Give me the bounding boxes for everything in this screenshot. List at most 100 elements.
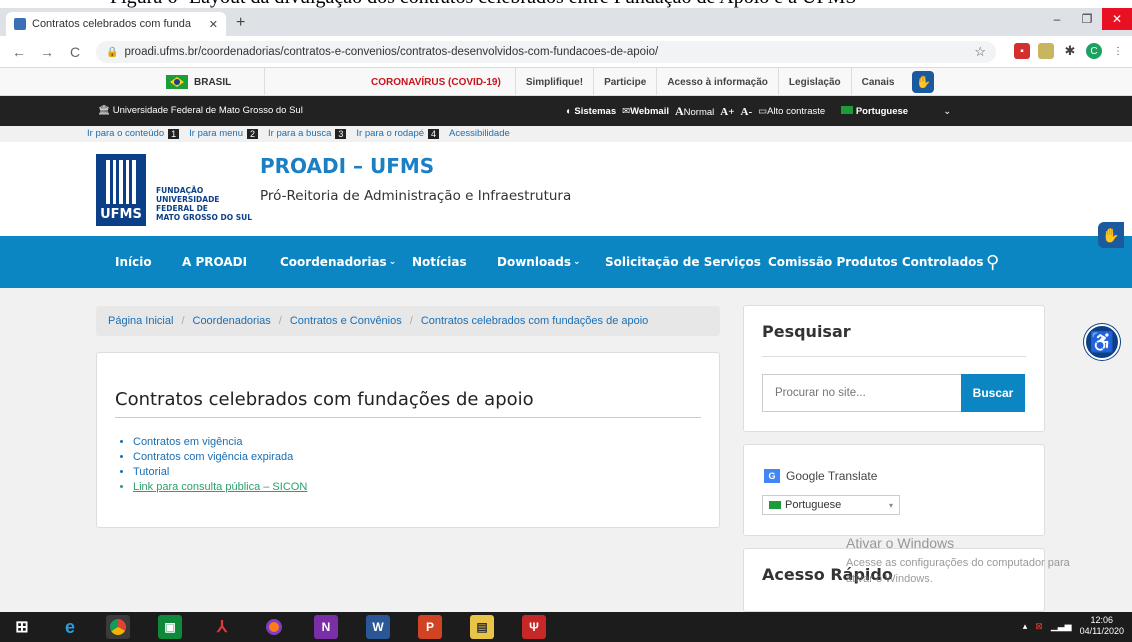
clock[interactable]: 12:06 04/11/2020 — [1080, 615, 1124, 637]
notes-extension-icon[interactable] — [1038, 43, 1054, 59]
profile-avatar[interactable]: C — [1086, 43, 1102, 59]
vlibras-widget-icon[interactable]: ✋ — [1098, 222, 1124, 248]
brazil-flag-icon — [769, 501, 781, 509]
breadcrumb-home[interactable]: Página Inicial — [108, 315, 173, 327]
activate-windows-title: Ativar o Windows — [846, 535, 955, 551]
forward-icon[interactable]: → — [38, 44, 56, 60]
powerpoint-icon[interactable]: P — [418, 615, 442, 639]
signal-icon[interactable]: ▁▃▅ — [1051, 621, 1072, 632]
windows-taskbar: ⊞ e ▣ ⅄ N W P ▤ Ψ ▴ ⊠ ▁▃▅ 12:06 04/11/20… — [0, 612, 1132, 642]
link-contratos-expirada[interactable]: Contratos com vigência expirada — [133, 450, 307, 465]
word-icon[interactable]: W — [366, 615, 390, 639]
minimize-icon[interactable]: – — [1042, 8, 1072, 30]
chevron-down-icon: ⌄ — [388, 257, 397, 267]
internet-explorer-icon[interactable]: e — [58, 615, 82, 639]
shortcut-key: 3 — [335, 128, 347, 139]
acrobat-icon[interactable]: ⅄ — [210, 615, 234, 639]
windows-start-icon[interactable]: ⊞ — [10, 615, 34, 639]
accessibility-tools: ◐ Sistemas ✉Webmail ANormal A+ A- ▭Alto … — [566, 104, 951, 119]
font-decrease-link[interactable]: A- — [741, 106, 753, 118]
shortcut-key: 1 — [168, 128, 180, 139]
high-contrast-link[interactable]: ▭Alto contraste — [758, 106, 825, 117]
menu-kebab-icon[interactable]: ⋮ — [1110, 43, 1126, 59]
nav-downloads-label: Downloads — [497, 255, 572, 269]
clock-date: 04/11/2020 — [1079, 626, 1124, 636]
activate-windows-text: Acesse as configurações do computador pa… — [846, 555, 1070, 587]
nav-noticias[interactable]: Notícias — [412, 236, 467, 288]
nav-comissao[interactable]: Comissão Produtos Controlados — [768, 236, 984, 288]
firefox-icon[interactable] — [262, 615, 286, 639]
skip-menu-link[interactable]: Ir para menu — [189, 128, 243, 139]
site-title[interactable]: PROADI – UFMS — [260, 154, 434, 178]
shortcut-key: 4 — [428, 128, 440, 139]
accessibility-link[interactable]: Acessibilidade — [449, 128, 510, 139]
breadcrumb: Página Inicial / Coordenadorias / Contrato… — [96, 306, 720, 336]
close-tab-icon[interactable]: ✕ — [209, 18, 218, 31]
accessibility-icon[interactable]: ♿ — [1084, 324, 1120, 360]
content-card: Contratos celebrados com fundações de ap… — [96, 352, 720, 528]
reload-icon[interactable]: C — [66, 44, 84, 60]
breadcrumb-coordenadorias[interactable]: Coordenadorias — [193, 315, 271, 327]
university-link[interactable]: 🏛 Universidade Federal de Mato Grosso do… — [98, 105, 303, 116]
window-controls: – ❐ ✕ — [1042, 8, 1132, 36]
link-contratos-vigencia[interactable]: Contratos em vigência — [133, 435, 307, 450]
legislacao-link[interactable]: Legislação — [777, 68, 851, 96]
url-bar[interactable]: 🔒 proadi.ufms.br/coordenadorias/contrato… — [96, 41, 996, 63]
store-icon[interactable]: ▣ — [158, 615, 182, 639]
pdf-extension-icon[interactable]: ▪ — [1014, 43, 1030, 59]
network-icon[interactable]: ⊠ — [1035, 621, 1043, 632]
covid-link[interactable]: CORONAVÍRUS (COVID-19) — [264, 68, 515, 96]
browser-tab[interactable]: Contratos celebrados com funda ✕ — [6, 12, 226, 36]
translate-language-select[interactable]: Portuguese ▾ — [762, 495, 900, 515]
translate-widget: G Google Translate Portuguese ▾ — [743, 444, 1045, 536]
skip-footer-link[interactable]: Ir para o rodapé — [356, 128, 424, 139]
nav-a-proadi[interactable]: A PROADI — [182, 236, 247, 288]
tray-chevron-icon[interactable]: ▴ — [1023, 621, 1028, 632]
canais-link[interactable]: Canais — [850, 68, 905, 96]
new-tab-button[interactable]: + — [236, 14, 245, 32]
nav-inicio[interactable]: Início — [115, 236, 152, 288]
simplifique-link[interactable]: Simplifique! — [514, 68, 593, 96]
google-translate-text: Google Translate — [786, 469, 878, 483]
brasil-link[interactable]: BRASIL — [166, 72, 264, 92]
vlibras-hand-icon[interactable]: ✋ — [912, 71, 935, 93]
search-widget-title: Pesquisar — [762, 322, 851, 341]
nav-coordenadorias[interactable]: Coordenadorias ⌄ — [280, 236, 396, 288]
google-translate-icon: G — [764, 469, 780, 483]
language-select[interactable]: Portuguese ⌄ — [841, 106, 951, 117]
bookmark-star-icon[interactable]: ☆ — [974, 44, 986, 60]
nav-downloads[interactable]: Downloads ⌄ — [497, 236, 581, 288]
ufms-logo[interactable]: UFMS — [96, 154, 146, 226]
chevron-down-icon: ⌄ — [943, 106, 952, 117]
divider — [115, 417, 701, 418]
puzzle-icon[interactable]: ✱ — [1062, 43, 1078, 59]
link-tutorial[interactable]: Tutorial — [133, 465, 307, 480]
sistemas-link[interactable]: ◐ Sistemas — [566, 106, 616, 117]
skip-search-link[interactable]: Ir para a busca — [268, 128, 331, 139]
brazil-flag-icon — [166, 75, 188, 89]
acesso-informacao-link[interactable]: Acesso à informação — [656, 68, 778, 96]
search-input[interactable] — [762, 374, 961, 412]
back-icon[interactable]: ← — [10, 44, 28, 60]
search-icon[interactable]: ⚲ — [986, 236, 999, 288]
extensions: ▪ ✱ C ⋮ — [1014, 43, 1126, 59]
skip-content-link[interactable]: Ir para o conteúdo — [87, 128, 164, 139]
close-window-icon[interactable]: ✕ — [1102, 8, 1132, 30]
file-explorer-icon[interactable]: ▤ — [470, 615, 494, 639]
nav-solicitacao[interactable]: Solicitação de Serviços — [605, 236, 761, 288]
app-icon[interactable]: Ψ — [522, 615, 546, 639]
chrome-icon[interactable] — [106, 615, 130, 639]
font-increase-link[interactable]: A+ — [720, 106, 734, 118]
system-tray: ▴ ⊠ ▁▃▅ 12:06 04/11/2020 — [1023, 615, 1124, 637]
search-button[interactable]: Buscar — [961, 374, 1025, 412]
onenote-icon[interactable]: N — [314, 615, 338, 639]
breadcrumb-current[interactable]: Contratos celebrados com fundações de ap… — [421, 315, 648, 327]
maximize-icon[interactable]: ❐ — [1072, 8, 1102, 30]
breadcrumb-contratos[interactable]: Contratos e Convênios — [290, 315, 402, 327]
participe-link[interactable]: Participe — [593, 68, 656, 96]
link-sicon[interactable]: Link para consulta pública – SICON — [133, 480, 307, 495]
google-translate-label: G Google Translate — [764, 469, 877, 483]
activate-windows-line: ativar o Windows. — [846, 573, 933, 585]
webmail-link[interactable]: ✉Webmail — [622, 106, 669, 117]
font-normal-link[interactable]: ANormal — [675, 104, 714, 119]
